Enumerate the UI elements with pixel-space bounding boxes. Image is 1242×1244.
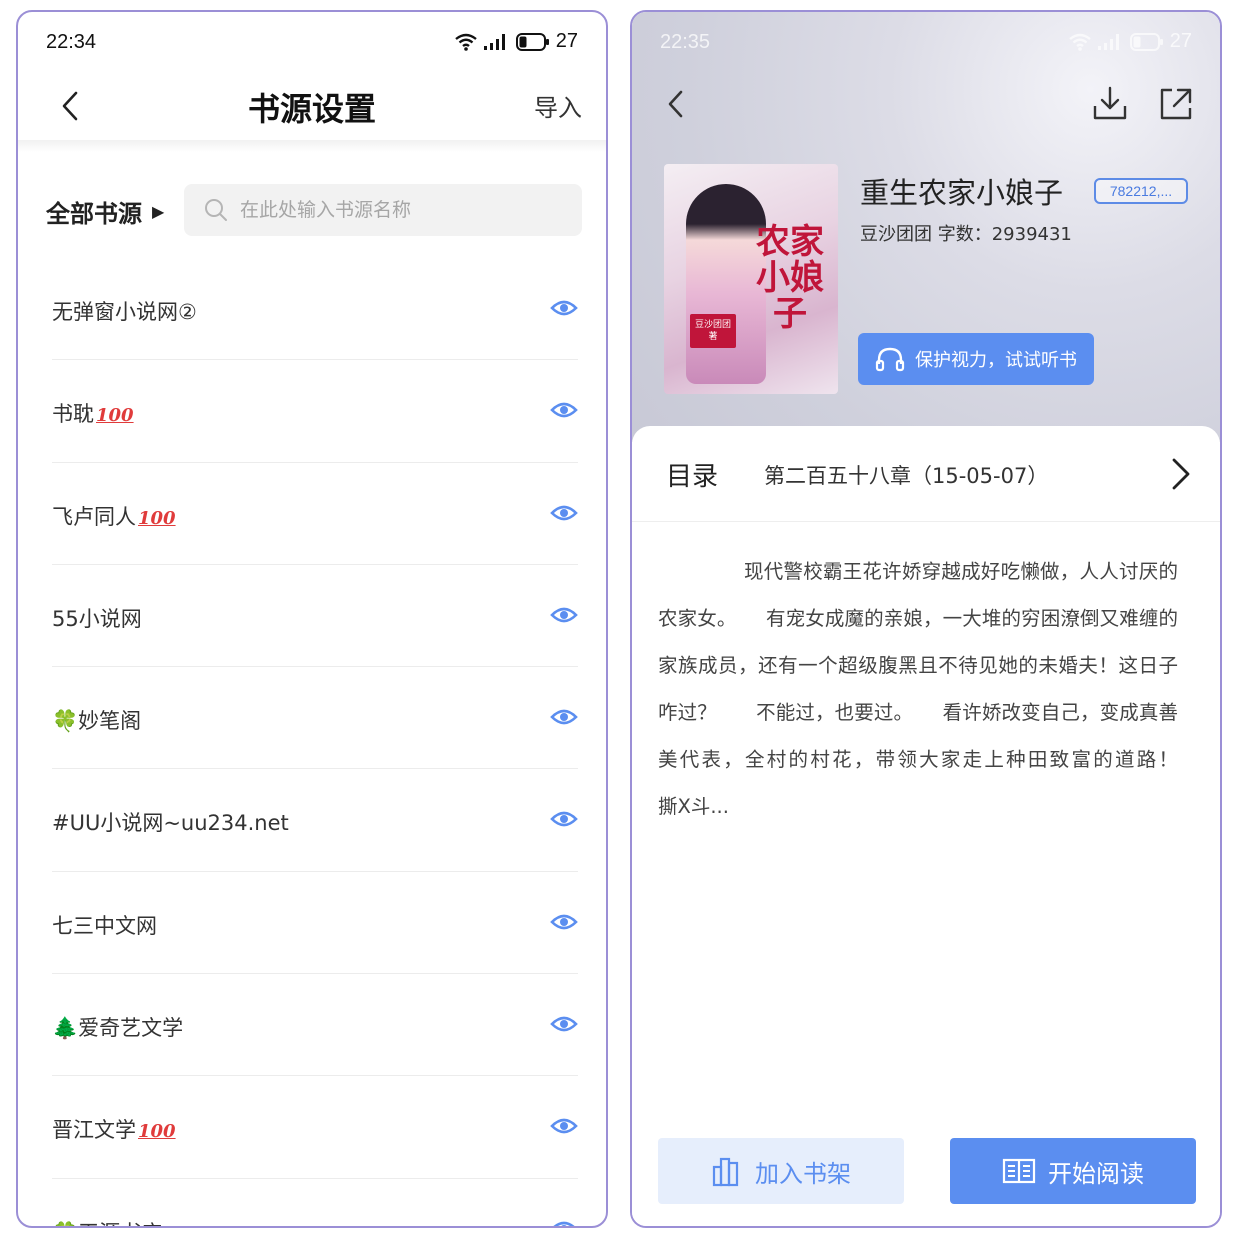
source-name-text: 飞卢同人 [52,504,136,529]
eye-icon[interactable] [550,298,578,318]
source-name-text: 🌲爱奇艺文学 [52,1016,184,1041]
source-name: 书耽 100 [52,398,134,428]
battery-icon [515,32,549,51]
toc-label: 目录 [666,462,719,492]
eye-icon[interactable] [550,912,578,932]
latest-chapter: 第二百五十八章（15-05-07） [764,464,1049,488]
open-book-icon [1002,1158,1036,1184]
source-group-label: 全部书源 [46,200,142,228]
source-name: 无弹窗小说网② [52,296,197,326]
listen-label: 保护视力，试试听书 [915,350,1077,371]
source-name-text: #UU小说网~uu234.net [52,811,289,836]
book-header: 22:35 27 农家小娘子 豆沙团团 著 重生农家小娘子 782212,...… [632,12,1220,442]
source-list-item[interactable]: 飞卢同人 100 [52,463,578,565]
cover-title-art: 农家小娘子 [756,222,824,334]
source-name: 飞卢同人 100 [52,501,176,531]
battery-level: 27 [1169,30,1192,52]
hundred-points-icon: 100 [96,405,134,427]
status-icons: 27 [1068,30,1192,53]
source-name: 🌲爱奇艺文学 [52,1012,183,1042]
page-title: 书源设置 [247,90,376,128]
filter-row: 全部书源 ▶ [18,184,606,236]
back-button[interactable] [654,82,698,126]
source-name-text: 无弹窗小说网② [52,300,197,324]
book-cover[interactable]: 农家小娘子 豆沙团团 著 [664,164,838,394]
book-content: 目录 第二百五十八章（15-05-07） 现代警校霸王花许娇穿越成好吃懒做，人人… [632,426,1220,1226]
source-name: 🍀妙笔阁 [52,705,141,735]
listen-button[interactable]: 保护视力，试试听书 [858,333,1094,385]
cover-author-stamp: 豆沙团团 著 [690,314,736,348]
source-name: 七三中文网 [52,910,157,940]
search-box[interactable] [184,184,582,236]
eye-icon[interactable] [550,1219,578,1228]
eye-icon[interactable] [550,1014,578,1034]
signal-icon [1097,33,1119,50]
source-list-item[interactable]: 55小说网 [52,565,578,668]
share-icon[interactable] [1156,84,1196,124]
book-synopsis: 现代警校霸王花许娇穿越成好吃懒做，人人讨厌的农家女。 有宠女成魔的亲娘，一大堆的… [658,560,1218,818]
start-reading-label: 开始阅读 [1048,1159,1144,1188]
source-list-item[interactable]: 🍀妙笔阁 [52,667,578,770]
add-to-shelf-button[interactable]: 加入书架 [658,1138,904,1204]
source-name-text: 七三中文网 [52,913,157,938]
status-icons: 27 [454,30,578,53]
source-group-selector[interactable]: 全部书源 ▶ [46,194,164,229]
nav-divider [18,140,606,152]
download-icon[interactable] [1090,84,1130,124]
eye-icon[interactable] [550,809,578,829]
status-time: 22:34 [46,31,97,53]
book-detail-screen: 22:35 27 农家小娘子 豆沙团团 著 重生农家小娘子 782212,...… [630,10,1222,1228]
source-list-item[interactable]: 七三中文网 [52,872,578,975]
source-name-text: 🍀天源书店 [52,1221,162,1226]
wifi-icon [455,33,477,51]
eye-icon[interactable] [550,707,578,727]
top-nav: 书源设置 导入 [18,72,606,142]
status-time: 22:35 [660,31,711,53]
source-name: 晋江文学 100 [52,1114,176,1144]
battery-level: 27 [555,30,578,52]
source-name-text: 55小说网 [52,606,142,631]
import-button[interactable]: 导入 [534,88,582,123]
book-meta: 豆沙团团 字数：2939431 [860,224,1072,245]
bottom-action-bar: 加入书架 开始阅读 [632,1138,1220,1208]
eye-icon[interactable] [550,400,578,420]
wifi-icon [1069,33,1091,51]
book-source-settings-screen: 22:34 27 书源设置 导入 全部书源 ▶ 在此处输入书源名称 无弹窗小说网… [16,10,608,1228]
headphones-icon [875,347,905,372]
eye-icon[interactable] [550,605,578,625]
chevron-left-icon [668,90,683,118]
add-to-shelf-label: 加入书架 [755,1159,851,1188]
source-name-text: 🍀妙笔阁 [52,709,142,734]
hundred-points-icon: 100 [138,1121,176,1143]
toc-row[interactable]: 目录 第二百五十八章（15-05-07） [632,426,1220,522]
caret-right-icon: ▶ [152,202,165,221]
source-list-item[interactable]: 书耽 100 [52,360,578,463]
source-list-item[interactable]: 🍀天源书店 [52,1179,578,1228]
source-list: 无弹窗小说网② 书耽 100 飞卢同人 100 55小说网 🍀妙笔阁 #UU小说网~uu234… [18,258,606,1228]
chevron-right-icon [1172,458,1190,490]
source-name-text: 晋江文学 [52,1118,136,1143]
source-list-item[interactable]: 晋江文学 100 [52,1076,578,1179]
eye-icon[interactable] [550,1116,578,1136]
search-icon [205,199,227,221]
source-name-text: 书耽 [52,402,94,427]
battery-icon [1129,32,1163,51]
source-name: 55小说网 [52,603,142,633]
status-bar: 22:35 27 [632,12,1220,72]
source-list-item[interactable]: #UU小说网~uu234.net [52,769,578,872]
bookshelf-icon [712,1157,739,1187]
source-name: 🍀天源书店 [52,1217,162,1226]
eye-icon[interactable] [550,503,578,523]
source-list-item[interactable]: 🌲爱奇艺文学 [52,974,578,1077]
book-title: 重生农家小娘子 [860,176,1064,210]
source-name: #UU小说网~uu234.net [52,807,289,837]
start-reading-button[interactable]: 开始阅读 [950,1138,1196,1204]
search-input[interactable] [240,199,560,221]
signal-icon [483,33,505,50]
hundred-points-icon: 100 [138,507,176,529]
source-list-item[interactable]: 无弹窗小说网② [52,258,578,361]
source-id-badge[interactable]: 782212,... [1094,178,1188,204]
status-bar: 22:34 27 [18,12,606,72]
